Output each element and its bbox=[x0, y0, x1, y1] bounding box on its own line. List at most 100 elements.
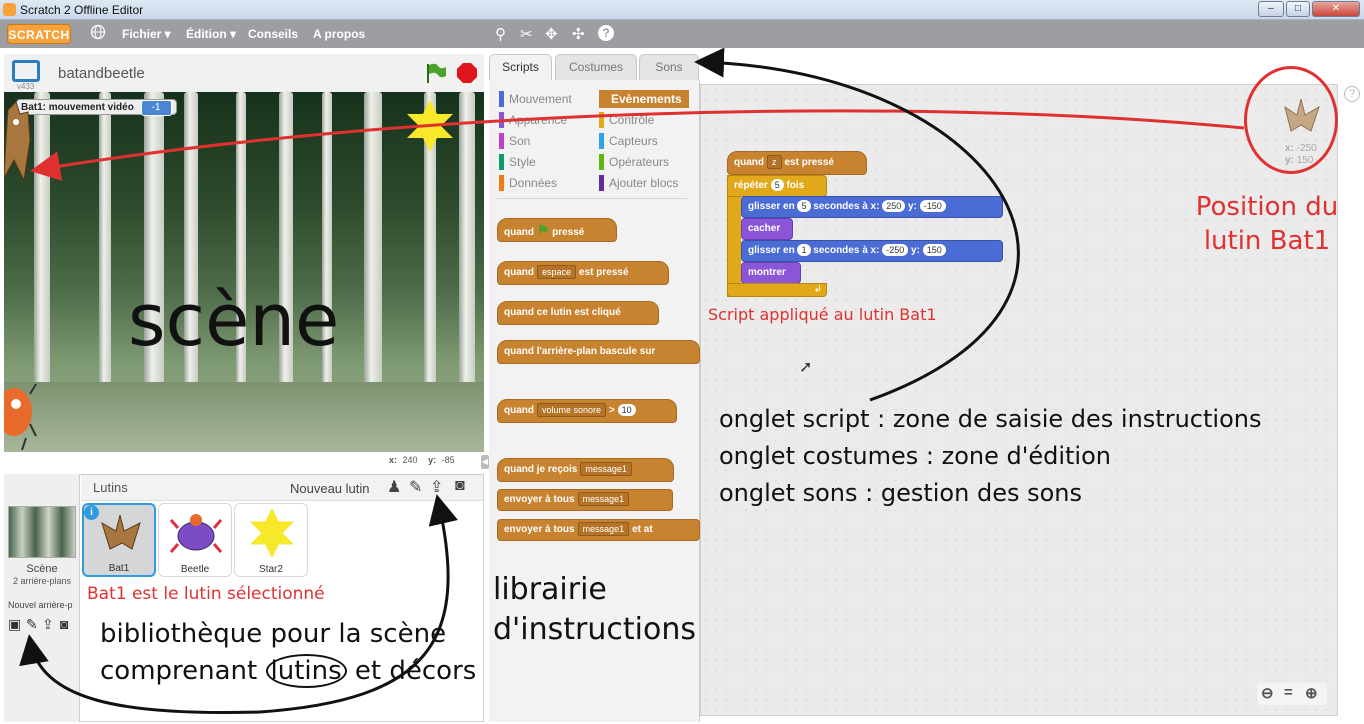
category-ajouter blocs[interactable]: Ajouter blocs bbox=[599, 174, 689, 192]
script-repeat[interactable]: répéter 5 fois bbox=[727, 175, 827, 197]
menu-conseils[interactable]: Conseils bbox=[248, 27, 298, 41]
category-color-swatch bbox=[599, 154, 604, 170]
star-sprite[interactable] bbox=[404, 98, 456, 157]
annotation-position-1: Position du bbox=[1195, 192, 1339, 222]
paint-sprite-icon[interactable]: ✎ bbox=[409, 477, 422, 497]
category-apparence[interactable]: Apparence bbox=[499, 111, 589, 129]
category-opérateurs[interactable]: Opérateurs bbox=[599, 153, 689, 171]
category-contrôle[interactable]: Contrôle bbox=[599, 111, 689, 129]
annotation-onglet-script: onglet script : zone de saisie des instr… bbox=[719, 405, 1262, 433]
tab-scripts[interactable]: Scripts bbox=[489, 54, 552, 80]
block-when-receive[interactable]: quand je reçois message1 bbox=[497, 458, 674, 482]
zoom-reset-icon[interactable]: = bbox=[1284, 684, 1293, 701]
block-number[interactable]: 250 bbox=[882, 200, 906, 213]
block-number[interactable]: 5 bbox=[797, 200, 811, 213]
block-when-flag[interactable]: quand ⚑ pressé bbox=[497, 218, 617, 242]
scene-column: Scène 2 arrière-plans Nouvel arrière-p ▣… bbox=[4, 474, 80, 722]
block-when-key[interactable]: quand espace est pressé bbox=[497, 261, 669, 285]
duplicate-tool-icon[interactable]: ⚲ bbox=[495, 25, 506, 43]
category-label: Données bbox=[509, 176, 558, 190]
script-area[interactable]: quand z est pressé répéter 5 fois glisser … bbox=[700, 84, 1338, 716]
script-glide-2[interactable]: glisser en 1 secondes à x: -250 y: 150 bbox=[741, 240, 1003, 262]
window-title: Scratch 2 Offline Editor bbox=[20, 3, 144, 17]
stage[interactable]: Bat1: mouvement vidéo -1 scène bbox=[4, 92, 484, 452]
category-données[interactable]: Données bbox=[499, 174, 589, 192]
upload-sprite-icon[interactable]: ⇪ bbox=[430, 477, 443, 497]
shrink-tool-icon[interactable]: ✣ bbox=[572, 25, 585, 43]
script-hide[interactable]: cacher bbox=[741, 218, 793, 240]
tab-sons[interactable]: Sons bbox=[639, 54, 699, 80]
block-dropdown[interactable]: message1 bbox=[577, 522, 630, 537]
scratch-logo[interactable]: SCRATCH bbox=[7, 24, 71, 44]
camera-backdrop-icon[interactable]: ◙ bbox=[60, 616, 68, 632]
grow-tool-icon[interactable]: ✥ bbox=[545, 25, 558, 43]
category-capteurs[interactable]: Capteurs bbox=[599, 132, 689, 150]
block-dropdown[interactable]: volume sonore bbox=[537, 403, 607, 418]
block-number[interactable]: 150 bbox=[922, 244, 946, 257]
block-number[interactable]: 10 bbox=[617, 404, 636, 417]
menu-fichier[interactable]: Fichier ▾ bbox=[122, 27, 171, 41]
star-thumb-icon bbox=[249, 508, 295, 558]
block-number[interactable]: -250 bbox=[882, 244, 909, 257]
sprite-thumb-bat1[interactable]: i Bat1 bbox=[82, 503, 156, 577]
block-when-sensor[interactable]: quand volume sonore > 10 bbox=[497, 399, 677, 423]
maximize-button[interactable]: □ bbox=[1286, 1, 1310, 17]
script-show[interactable]: montrer bbox=[741, 262, 801, 284]
annotation-selected: Bat1 est le lutin sélectionné bbox=[87, 584, 325, 604]
block-text: est pressé bbox=[784, 157, 834, 168]
backdrop-library-icon[interactable]: ▣ bbox=[8, 616, 21, 633]
category-label: Son bbox=[509, 134, 531, 148]
project-name[interactable]: batandbeetle bbox=[58, 65, 145, 82]
paint-backdrop-icon[interactable]: ✎ bbox=[26, 616, 38, 633]
block-text: quand l'arrière-plan bascule sur bbox=[504, 346, 656, 357]
category-color-swatch bbox=[599, 175, 604, 191]
block-dropdown[interactable]: message1 bbox=[580, 462, 632, 477]
minimize-button[interactable]: – bbox=[1258, 1, 1284, 17]
block-dropdown[interactable]: message1 bbox=[577, 492, 630, 507]
block-dropdown[interactable]: z bbox=[767, 155, 782, 170]
block-number[interactable]: 1 bbox=[797, 244, 811, 257]
block-broadcast-wait[interactable]: envoyer à tous message1 et at bbox=[497, 519, 700, 541]
close-window-button[interactable]: ✕ bbox=[1312, 1, 1360, 17]
bat-sprite[interactable] bbox=[4, 100, 38, 193]
block-number[interactable]: 5 bbox=[770, 179, 784, 192]
upload-backdrop-icon[interactable]: ⇪ bbox=[42, 616, 54, 633]
menu-apropos[interactable]: A propos bbox=[313, 27, 365, 41]
category-mouvement[interactable]: Mouvement bbox=[499, 90, 589, 108]
tab-costumes[interactable]: Costumes bbox=[555, 54, 637, 80]
fullscreen-icon[interactable] bbox=[12, 60, 40, 82]
category-label: Ajouter blocs bbox=[609, 176, 679, 190]
block-dropdown[interactable]: espace bbox=[537, 265, 577, 280]
delete-tool-icon[interactable]: ✂ bbox=[520, 25, 533, 43]
green-flag-icon[interactable] bbox=[424, 62, 448, 87]
block-number[interactable]: -150 bbox=[919, 200, 946, 213]
camera-sprite-icon[interactable]: ◙ bbox=[455, 477, 465, 495]
sprite-thumb-star2[interactable]: Star2 bbox=[234, 503, 308, 577]
help-panel-icon[interactable]: ? bbox=[1344, 86, 1360, 102]
block-when-backdrop[interactable]: quand l'arrière-plan bascule sur bbox=[497, 340, 700, 364]
block-text: envoyer à tous bbox=[504, 494, 575, 505]
video-monitor[interactable]: Bat1: mouvement vidéo -1 bbox=[16, 99, 177, 116]
category-label: Capteurs bbox=[609, 134, 658, 148]
category-evènements[interactable]: Evènements bbox=[599, 90, 689, 108]
category-son[interactable]: Son bbox=[499, 132, 589, 150]
beetle-sprite[interactable] bbox=[4, 374, 38, 452]
block-broadcast[interactable]: envoyer à tous message1 bbox=[497, 489, 673, 511]
zoom-in-icon[interactable]: ⊕ bbox=[1305, 684, 1318, 702]
scene-thumbnail[interactable] bbox=[8, 506, 76, 558]
script-glide-1[interactable]: glisser en 5 secondes à x: 250 y: -150 bbox=[741, 196, 1003, 218]
category-color-swatch bbox=[599, 91, 604, 107]
sprite-thumb-beetle[interactable]: Beetle bbox=[158, 503, 232, 577]
collapse-stage-icon[interactable]: ◀ bbox=[481, 455, 489, 469]
sprite-library-icon[interactable]: ♟ bbox=[387, 477, 401, 497]
menu-edition[interactable]: Édition ▾ bbox=[186, 27, 236, 41]
help-icon[interactable]: ? bbox=[598, 25, 614, 41]
annotation-librairie-2: d'instructions bbox=[493, 612, 696, 647]
zoom-out-icon[interactable]: ⊖ bbox=[1261, 684, 1274, 702]
script-hat-when-key[interactable]: quand z est pressé bbox=[727, 151, 867, 175]
block-when-clicked[interactable]: quand ce lutin est cliqué bbox=[497, 301, 659, 325]
block-text: répéter bbox=[734, 180, 768, 191]
globe-icon[interactable] bbox=[90, 24, 106, 44]
stop-icon[interactable] bbox=[456, 62, 478, 87]
category-style[interactable]: Style bbox=[499, 153, 589, 171]
